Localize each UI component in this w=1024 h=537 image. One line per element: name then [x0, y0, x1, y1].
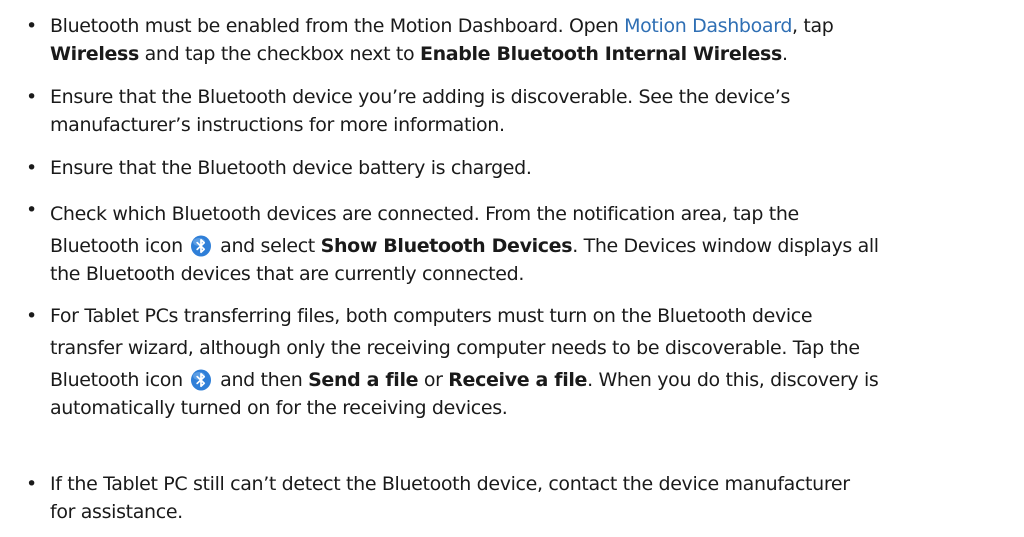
bullet-marker: • — [26, 199, 37, 221]
text-line: Ensure that the Bluetooth device you’re … — [50, 86, 791, 108]
text-line: Bluetooth must be enabled from the Motio… — [50, 12, 1010, 40]
text-run: Bluetooth must be enabled from the Motio… — [50, 15, 625, 37]
text-run: . The Devices window displays all — [572, 235, 879, 257]
text-line: Wireless and tap the checkbox next to En… — [50, 40, 1010, 68]
text-line: If the Tablet PC still can’t detect the … — [50, 473, 850, 495]
text-run: Bluetooth icon — [50, 369, 183, 391]
text-run: Bluetooth icon — [50, 235, 183, 257]
text-line: Check which Bluetooth devices are connec… — [50, 203, 799, 225]
show-bluetooth-devices-term: Show Bluetooth Devices — [320, 235, 573, 257]
list-item: • Ensure that the Bluetooth device you’r… — [0, 83, 1010, 139]
text-line: the Bluetooth devices that are currently… — [50, 263, 525, 285]
list-item: • Check which Bluetooth devices are conn… — [0, 196, 1010, 288]
motion-dashboard-link[interactable]: Motion Dashboard — [624, 15, 792, 37]
text-line: Ensure that the Bluetooth device battery… — [50, 157, 532, 179]
bullet-marker: • — [26, 15, 37, 37]
text-run: or — [418, 369, 449, 391]
list-item: • Bluetooth must be enabled from the Mot… — [0, 12, 1010, 68]
bluetooth-icon — [190, 235, 212, 257]
text-run: and tap the checkbox next to — [138, 43, 420, 65]
list-item: • If the Tablet PC still can’t detect th… — [0, 470, 1010, 526]
bullet-marker: • — [26, 86, 37, 108]
text-run: , tap — [792, 15, 834, 37]
text-line: Bluetooth icon and select Show Bluetooth… — [50, 232, 1010, 260]
text-line: For Tablet PCs transferring files, both … — [50, 305, 813, 327]
wireless-term: Wireless — [50, 43, 139, 65]
text-line: manufacturer’s instructions for more inf… — [50, 114, 505, 136]
list-item: • For Tablet PCs transferring files, bot… — [0, 302, 1010, 422]
text-line: automatically turned on for the receivin… — [50, 397, 508, 419]
text-line: for assistance. — [50, 501, 183, 523]
enable-bluetooth-term: Enable Bluetooth Internal Wireless — [419, 43, 782, 65]
bullet-marker: • — [26, 157, 37, 179]
text-line: Bluetooth icon and then Send a file or R… — [50, 366, 1010, 394]
text-run: . — [781, 43, 788, 65]
bullet-marker: • — [26, 305, 37, 327]
bullet-marker: • — [26, 473, 37, 495]
bluetooth-icon — [190, 369, 212, 391]
text-run: . When you do this, discovery is — [587, 369, 879, 391]
text-line: transfer wizard, although only the recei… — [50, 337, 860, 359]
send-a-file-term: Send a file — [308, 369, 419, 391]
text-run: and then — [214, 369, 309, 391]
help-document: • Bluetooth must be enabled from the Mot… — [0, 0, 1024, 537]
list-item: • Ensure that the Bluetooth device batte… — [0, 154, 1010, 182]
text-run: and select — [214, 235, 321, 257]
receive-a-file-term: Receive a file — [448, 369, 588, 391]
